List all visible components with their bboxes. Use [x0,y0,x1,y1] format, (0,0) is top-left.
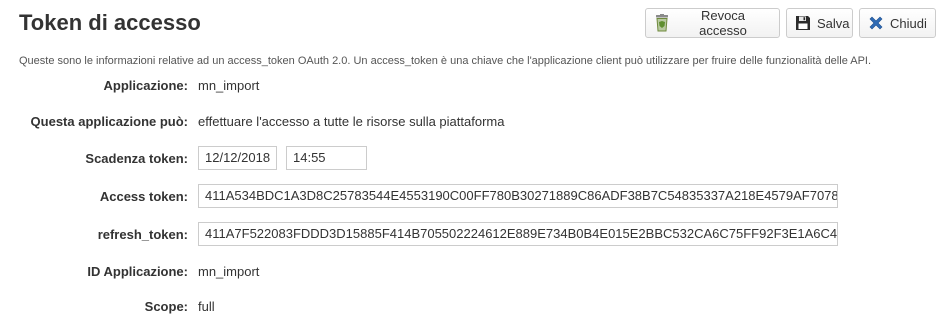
refresh-token-label: refresh_token: [97,226,188,242]
permissions-row: Questa applicazione può: effettuare l'ac… [0,109,942,133]
close-icon [868,15,884,31]
application-value: mn_import [198,77,260,93]
close-label: Chiudi [890,15,927,31]
save-label: Salva [817,15,850,31]
revoke-icon [654,14,670,32]
application-id-row: ID Applicazione: mn_import [0,259,942,283]
scope-value: full [198,298,215,314]
expiry-row: Scadenza token: 12/12/2018 14:55 [0,146,942,170]
page-title: Token di accesso [19,10,201,35]
revoke-access-label: Revoca accesso [699,8,747,38]
expiry-date-input[interactable]: 12/12/2018 [198,146,277,170]
application-id-value: mn_import [198,263,260,279]
access-token-field[interactable]: 411A534BDC1A3D8C25783544E4553190C00FF780… [198,184,838,208]
close-button[interactable]: Chiudi [859,8,936,38]
permissions-label: Questa applicazione può: [30,113,188,129]
application-row: Applicazione: mn_import [0,73,942,97]
description-text: Queste sono le informazioni relative ad … [19,55,872,67]
access-token-label: Access token: [99,188,188,204]
refresh-token-field[interactable]: 411A7F522083FDDD3D15885F414B705502224612… [198,222,838,246]
scope-label: Scope: [144,298,188,314]
access-token-row: Access token: 411A534BDC1A3D8C25783544E4… [0,184,942,208]
expiry-time-input[interactable]: 14:55 [286,146,367,170]
expiry-label: Scadenza token: [85,150,188,166]
floppy-disk-icon [795,15,811,31]
application-label: Applicazione: [103,77,188,93]
toolbar: Revoca accesso Salva Chiudi [645,8,936,38]
application-id-label: ID Applicazione: [87,263,188,279]
revoke-access-button[interactable]: Revoca accesso [645,8,780,38]
scope-row: Scope: full [0,294,942,318]
refresh-token-row: refresh_token: 411A7F522083FDDD3D15885F4… [0,222,942,246]
permissions-value: effettuare l'accesso a tutte le risorse … [198,113,505,129]
save-button[interactable]: Salva [786,8,853,38]
